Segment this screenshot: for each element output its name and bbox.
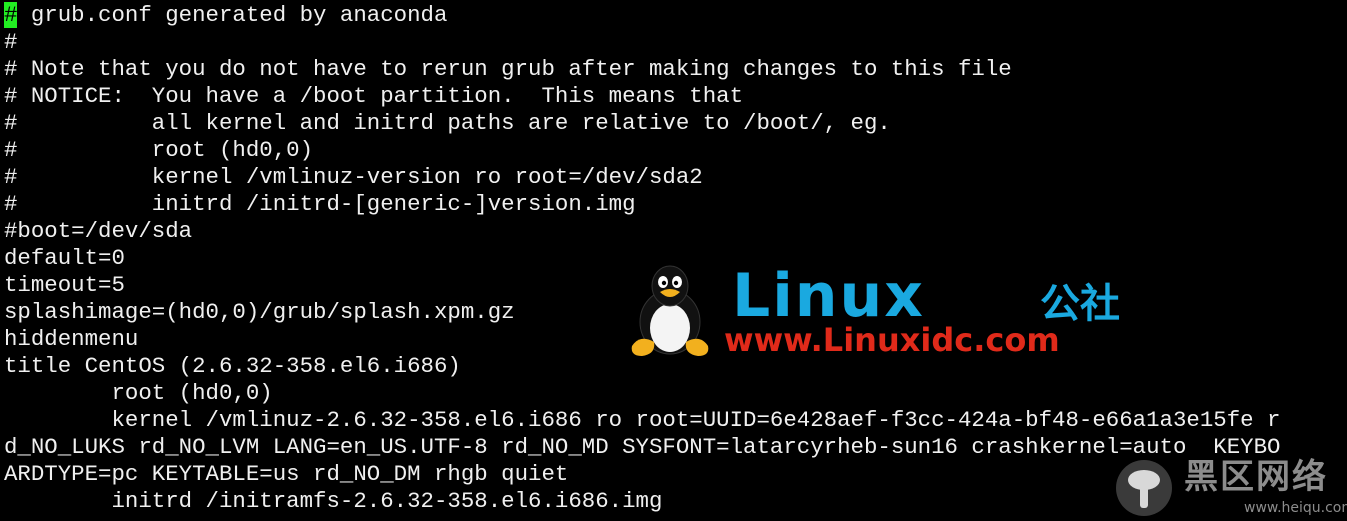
terminal-line-first: # grub.conf generated by anaconda <box>4 2 1280 29</box>
linuxidc-watermark: Linux 公社 www.Linuxidc.com <box>620 262 1180 362</box>
terminal-line-text: grub.conf generated by anaconda <box>17 2 448 28</box>
terminal-window[interactable]: # grub.conf generated by anaconda # # Note… <box>0 0 1347 521</box>
terminal-line: # all kernel and initrd paths are relati… <box>4 110 891 136</box>
terminal-line: # Note that you do not have to rerun gru… <box>4 56 1012 82</box>
terminal-line: #boot=/dev/sda <box>4 218 193 244</box>
terminal-line: # kernel /vmlinuz-version ro root=/dev/s… <box>4 164 703 190</box>
linuxidc-brand-cn: 公社 <box>1040 281 1120 327</box>
linuxidc-brand: Linux <box>732 261 925 331</box>
terminal-line: initrd /initramfs-2.6.32-358.el6.i686.im… <box>4 488 663 514</box>
heiqu-watermark: 黑区网络 www.heiqu.com <box>1112 456 1347 520</box>
terminal-line: root (hd0,0) <box>4 380 273 406</box>
tux-penguin-icon <box>631 265 709 356</box>
terminal-line: # <box>4 29 18 55</box>
heiqu-url: www.heiqu.com <box>1244 500 1347 516</box>
terminal-line: # root (hd0,0) <box>4 137 314 163</box>
heiqu-logo-icon <box>1116 460 1172 516</box>
terminal-cursor: # <box>4 2 18 28</box>
linuxidc-url: www.Linuxidc.com <box>724 321 1060 359</box>
terminal-line: ARDTYPE=pc KEYTABLE=us rd_NO_DM rhgb qui… <box>4 461 569 487</box>
heiqu-brand-cn: 黑区网络 <box>1184 457 1328 497</box>
terminal-line: kernel /vmlinuz-2.6.32-358.el6.i686 ro r… <box>4 407 1281 433</box>
terminal-output: # grub.conf generated by anaconda # # Note… <box>4 2 1280 515</box>
terminal-line: d_NO_LUKS rd_NO_LVM LANG=en_US.UTF-8 rd_… <box>4 434 1281 460</box>
terminal-line: # initrd /initrd-[generic-]version.img <box>4 191 636 217</box>
terminal-line: # NOTICE: You have a /boot partition. Th… <box>4 83 744 109</box>
